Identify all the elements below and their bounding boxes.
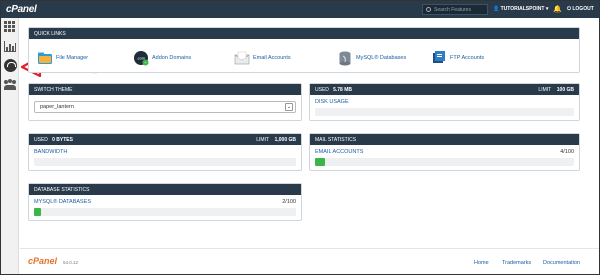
theme-select-value: paper_lantern <box>40 104 74 110</box>
home-grid-icon[interactable] <box>4 21 16 33</box>
quick-links-panel: QUICK LINKS File Manager .com + Addon Dom… <box>28 27 580 73</box>
search-box[interactable] <box>422 4 488 15</box>
bell-icon[interactable]: 🔔 <box>553 5 562 13</box>
disk-usage-bar <box>315 108 574 116</box>
bandwidth-link[interactable]: BANDWIDTH <box>34 149 67 155</box>
file-manager-label: File Manager <box>56 55 89 61</box>
bandwidth-limit-value: 1,000 GB <box>274 137 296 143</box>
bandwidth-bar <box>34 158 296 166</box>
cpanel-logo[interactable]: cPanel <box>6 4 37 15</box>
ftp-accounts-label: FTP Accounts <box>450 55 485 61</box>
top-bar: cPanel 👤 TUTORIALSPOINT ▾ 🔔 ⏻ LOGOUT <box>1 1 599 18</box>
user-menu[interactable]: 👤 TUTORIALSPOINT ▾ <box>493 6 548 12</box>
addon-domains-icon: .com+ <box>134 51 149 66</box>
email-accounts-count: 4/100 <box>560 149 574 155</box>
email-accounts-bar <box>315 158 574 166</box>
quick-links-header: QUICK LINKS <box>29 28 579 39</box>
bandwidth-limit-label: LIMIT <box>256 137 270 143</box>
theme-select[interactable]: paper_lantern ⌄ <box>34 101 296 113</box>
statistics-icon[interactable] <box>4 40 16 52</box>
mysql-icon <box>339 51 351 66</box>
users-icon[interactable] <box>4 79 16 91</box>
file-manager-link[interactable]: File Manager <box>37 47 88 69</box>
addon-domains-label: Addon Domains <box>152 55 192 61</box>
dashboard-gauge-icon[interactable] <box>4 59 17 72</box>
chevron-down-icon: ⌄ <box>285 103 293 111</box>
ftp-accounts-link[interactable]: FTP Accounts <box>431 47 484 69</box>
database-statistics-header: DATABASE STATISTICS <box>29 184 301 195</box>
switch-theme-header: SWITCH THEME <box>29 84 301 95</box>
footer-link-home[interactable]: Home <box>474 260 489 266</box>
logout-label: LOGOUT <box>572 6 594 12</box>
user-icon: 👤 <box>493 6 500 12</box>
bandwidth-used-value: 0 BYTES <box>52 137 73 143</box>
mysql-databases-stat-link[interactable]: MYSQL® DATABASES <box>34 199 91 205</box>
mysql-databases-bar <box>34 208 296 216</box>
email-accounts-link[interactable]: Email Accounts <box>234 47 291 69</box>
email-accounts-bar-fill <box>315 158 326 166</box>
power-icon: ⏻ <box>567 6 571 12</box>
disk-header: USED 5.78 MB LIMIT 100 GB <box>310 84 579 95</box>
ftp-icon <box>433 51 445 63</box>
mysql-databases-bar-fill <box>34 208 41 216</box>
logout-button[interactable]: ⏻ LOGOUT <box>567 6 594 12</box>
bandwidth-panel: USED 0 BYTES LIMIT 1,000 GB BANDWIDTH <box>28 133 302 171</box>
mail-statistics-header: MAIL STATISTICS <box>310 134 579 145</box>
search-icon <box>426 7 431 12</box>
footer-cpanel-logo[interactable]: cPanel <box>28 256 57 266</box>
addon-domains-link[interactable]: .com + Addon Domains <box>133 47 191 69</box>
disk-limit-value: 100 GB <box>556 87 574 93</box>
footer-version: 54.0.12 <box>63 260 79 265</box>
search-input[interactable] <box>434 6 486 14</box>
footer-divider <box>20 248 599 249</box>
mail-statistics-panel: MAIL STATISTICS EMAIL ACCOUNTS 4/100 <box>309 133 580 171</box>
disk-used-label: USED <box>315 87 329 93</box>
file-manager-icon <box>38 52 52 64</box>
switch-theme-panel: SWITCH THEME paper_lantern ⌄ <box>28 83 302 121</box>
footer-link-trademarks[interactable]: Trademarks <box>502 260 531 266</box>
disk-usage-panel: USED 5.78 MB LIMIT 100 GB DISK USAGE <box>309 83 580 121</box>
left-sidebar <box>1 18 19 274</box>
footer-link-documentation[interactable]: Documentation <box>543 260 580 266</box>
mysql-databases-label: MySQL® Databases <box>356 55 407 61</box>
email-accounts-stat-link[interactable]: EMAIL ACCOUNTS <box>315 149 363 155</box>
chevron-down-icon: ▾ <box>545 6 549 12</box>
disk-limit-label: LIMIT <box>538 87 552 93</box>
disk-usage-link[interactable]: DISK USAGE <box>315 99 349 105</box>
email-icon <box>234 51 250 65</box>
mysql-databases-link[interactable]: MySQL® Databases <box>337 47 406 69</box>
database-statistics-panel: DATABASE STATISTICS MYSQL® DATABASES 2/1… <box>28 183 302 221</box>
disk-used-value: 5.78 MB <box>333 87 352 93</box>
email-accounts-label: Email Accounts <box>253 55 291 61</box>
bandwidth-header: USED 0 BYTES LIMIT 1,000 GB <box>29 134 301 145</box>
mysql-databases-count: 2/100 <box>282 199 296 205</box>
user-name: TUTORIALSPOINT <box>500 6 545 12</box>
bandwidth-used-label: USED <box>34 137 48 143</box>
